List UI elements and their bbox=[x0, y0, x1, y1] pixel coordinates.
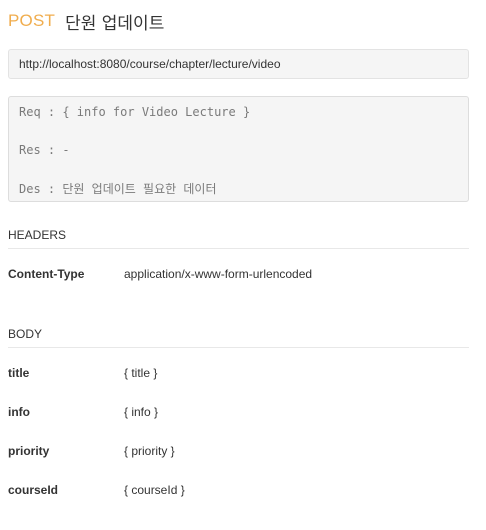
body-param-row: info { info } bbox=[8, 403, 469, 421]
http-method-badge: POST bbox=[8, 11, 56, 30]
header-row: Content-Type application/x-www-form-urle… bbox=[8, 265, 469, 283]
response-description: Res : - bbox=[19, 143, 70, 157]
headers-section-title: HEADERS bbox=[8, 228, 469, 249]
header-value: application/x-www-form-urlencoded bbox=[124, 267, 313, 281]
endpoint-url: http://localhost:8080/course/chapter/lec… bbox=[19, 57, 281, 71]
endpoint-url-field[interactable]: http://localhost:8080/course/chapter/lec… bbox=[8, 49, 469, 79]
endpoint-title: 단원 업데이트 bbox=[65, 13, 165, 34]
body-param-key: courseId bbox=[8, 483, 59, 497]
body-param-row: courseId { courseId } bbox=[8, 481, 469, 499]
body-param-value: { courseId } bbox=[124, 483, 185, 497]
body-param-key: priority bbox=[8, 444, 50, 458]
detail-description: Des : 단원 업데이트 필요한 데이터 bbox=[19, 182, 217, 196]
body-param-value: { info } bbox=[124, 405, 159, 419]
body-param-value: { priority } bbox=[124, 444, 175, 458]
endpoint-description-box: Req : { info for Video Lecture } Res : -… bbox=[8, 96, 469, 202]
body-param-value: { title } bbox=[124, 366, 158, 380]
endpoint-title-row: POST 단원 업데이트 bbox=[8, 9, 165, 34]
header-key: Content-Type bbox=[8, 267, 85, 281]
body-param-key: info bbox=[8, 405, 30, 419]
body-param-row: priority { priority } bbox=[8, 442, 469, 460]
body-section-title: BODY bbox=[8, 327, 469, 348]
body-param-row: title { title } bbox=[8, 364, 469, 382]
request-description: Req : { info for Video Lecture } bbox=[19, 105, 251, 119]
body-param-key: title bbox=[8, 366, 30, 380]
